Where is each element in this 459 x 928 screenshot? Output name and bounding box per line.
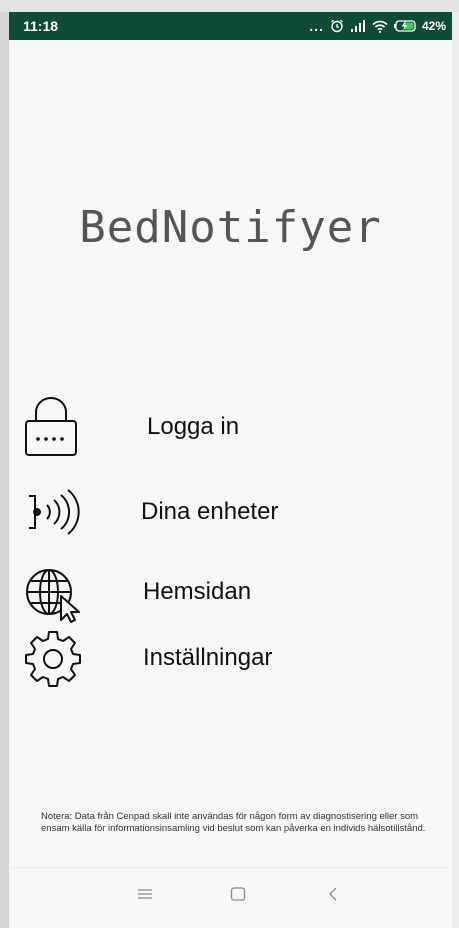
devices-menu-item[interactable]: Dina enheter [23, 480, 423, 544]
app-title: BedNotifyer [79, 202, 382, 253]
battery-charging-icon [393, 20, 416, 32]
lock-icon [23, 395, 79, 464]
navigation-bar [9, 867, 452, 928]
website-label: Hemsidan [143, 578, 252, 605]
device-frame-right [452, 12, 459, 928]
phone-screen: 11:18 ... 42% BedNotifyer Logga in Dina … [9, 12, 452, 928]
menu-icon[interactable] [137, 886, 153, 907]
login-menu-item[interactable]: Logga in [23, 395, 423, 459]
signal-waves-icon [23, 480, 93, 549]
cell-signal-icon [350, 19, 366, 33]
devices-label: Dina enheter [141, 498, 279, 525]
globe-cursor-icon [23, 560, 87, 629]
battery-percentage: 42% [421, 19, 446, 33]
more-notifications-icon: ... [309, 18, 324, 34]
settings-menu-item[interactable]: Inställningar [23, 626, 423, 690]
disclaimer-text: Notera: Data från Cenpad skall inte anvä… [41, 811, 426, 834]
website-menu-item[interactable]: Hemsidan [23, 560, 423, 624]
status-time: 11:18 [23, 18, 59, 34]
login-label: Logga in [147, 413, 240, 440]
gear-icon [23, 626, 87, 695]
back-icon[interactable] [326, 886, 342, 907]
settings-label: Inställningar [143, 644, 273, 671]
device-frame-top [0, 0, 459, 12]
home-icon[interactable] [230, 886, 246, 907]
alarm-icon [330, 19, 344, 33]
device-frame-left [0, 12, 9, 928]
status-icons: ... 42% [309, 16, 446, 36]
status-bar: 11:18 ... 42% [9, 12, 452, 40]
wifi-icon [372, 20, 388, 33]
